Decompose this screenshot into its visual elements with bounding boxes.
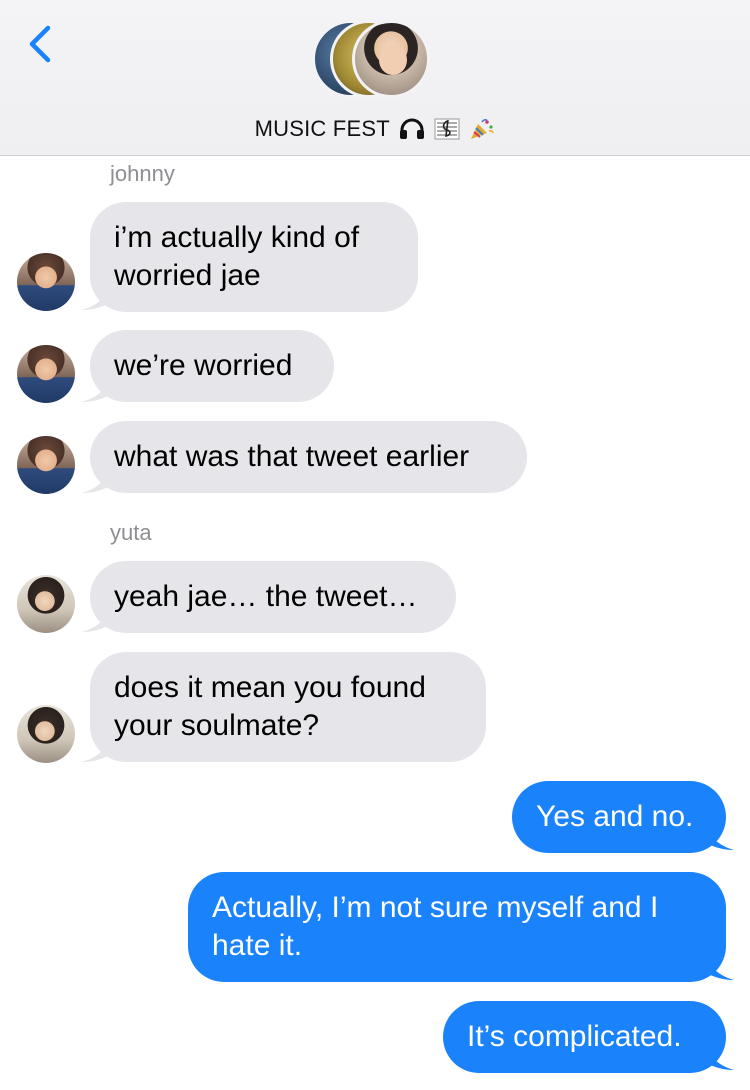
group-avatar-stack[interactable] [312,20,442,104]
conversation-header: MUSIC FEST [0,0,750,156]
johnny-avatar[interactable] [17,253,75,311]
musical-score-icon [434,118,460,140]
message-bubble-outgoing[interactable]: It’s complicated. [443,1001,726,1073]
message-bubble-outgoing[interactable]: Yes and no. [512,781,726,853]
message-bubble-incoming[interactable]: i’m actually kind of worried jae [90,202,418,312]
conversation-screen: MUSIC FEST johnny i’m actually kind of w… [0,0,750,1090]
group-name[interactable]: MUSIC FEST [0,116,750,142]
group-member-avatar [352,20,430,98]
group-name-label: MUSIC FEST [254,116,390,141]
message-bubble-incoming[interactable]: yeah jae… the tweet… [90,561,456,633]
message-bubble-incoming[interactable]: what was that tweet earlier [90,421,527,493]
yuta-avatar[interactable] [17,705,75,763]
message-bubble-incoming[interactable]: does it mean you found your soulmate? [90,652,486,762]
back-chevron-icon[interactable] [22,22,62,66]
sender-name: johnny [110,161,175,186]
message-bubble-incoming[interactable]: we’re worried [90,330,334,402]
johnny-avatar[interactable] [17,345,75,403]
sender-name: yuta [110,520,152,545]
party-popper-icon [471,119,495,139]
yuta-avatar[interactable] [17,575,75,633]
message-bubble-outgoing[interactable]: Actually, I’m not sure myself and I hate… [188,872,726,982]
headphones-icon [399,118,424,139]
johnny-avatar[interactable] [17,436,75,494]
